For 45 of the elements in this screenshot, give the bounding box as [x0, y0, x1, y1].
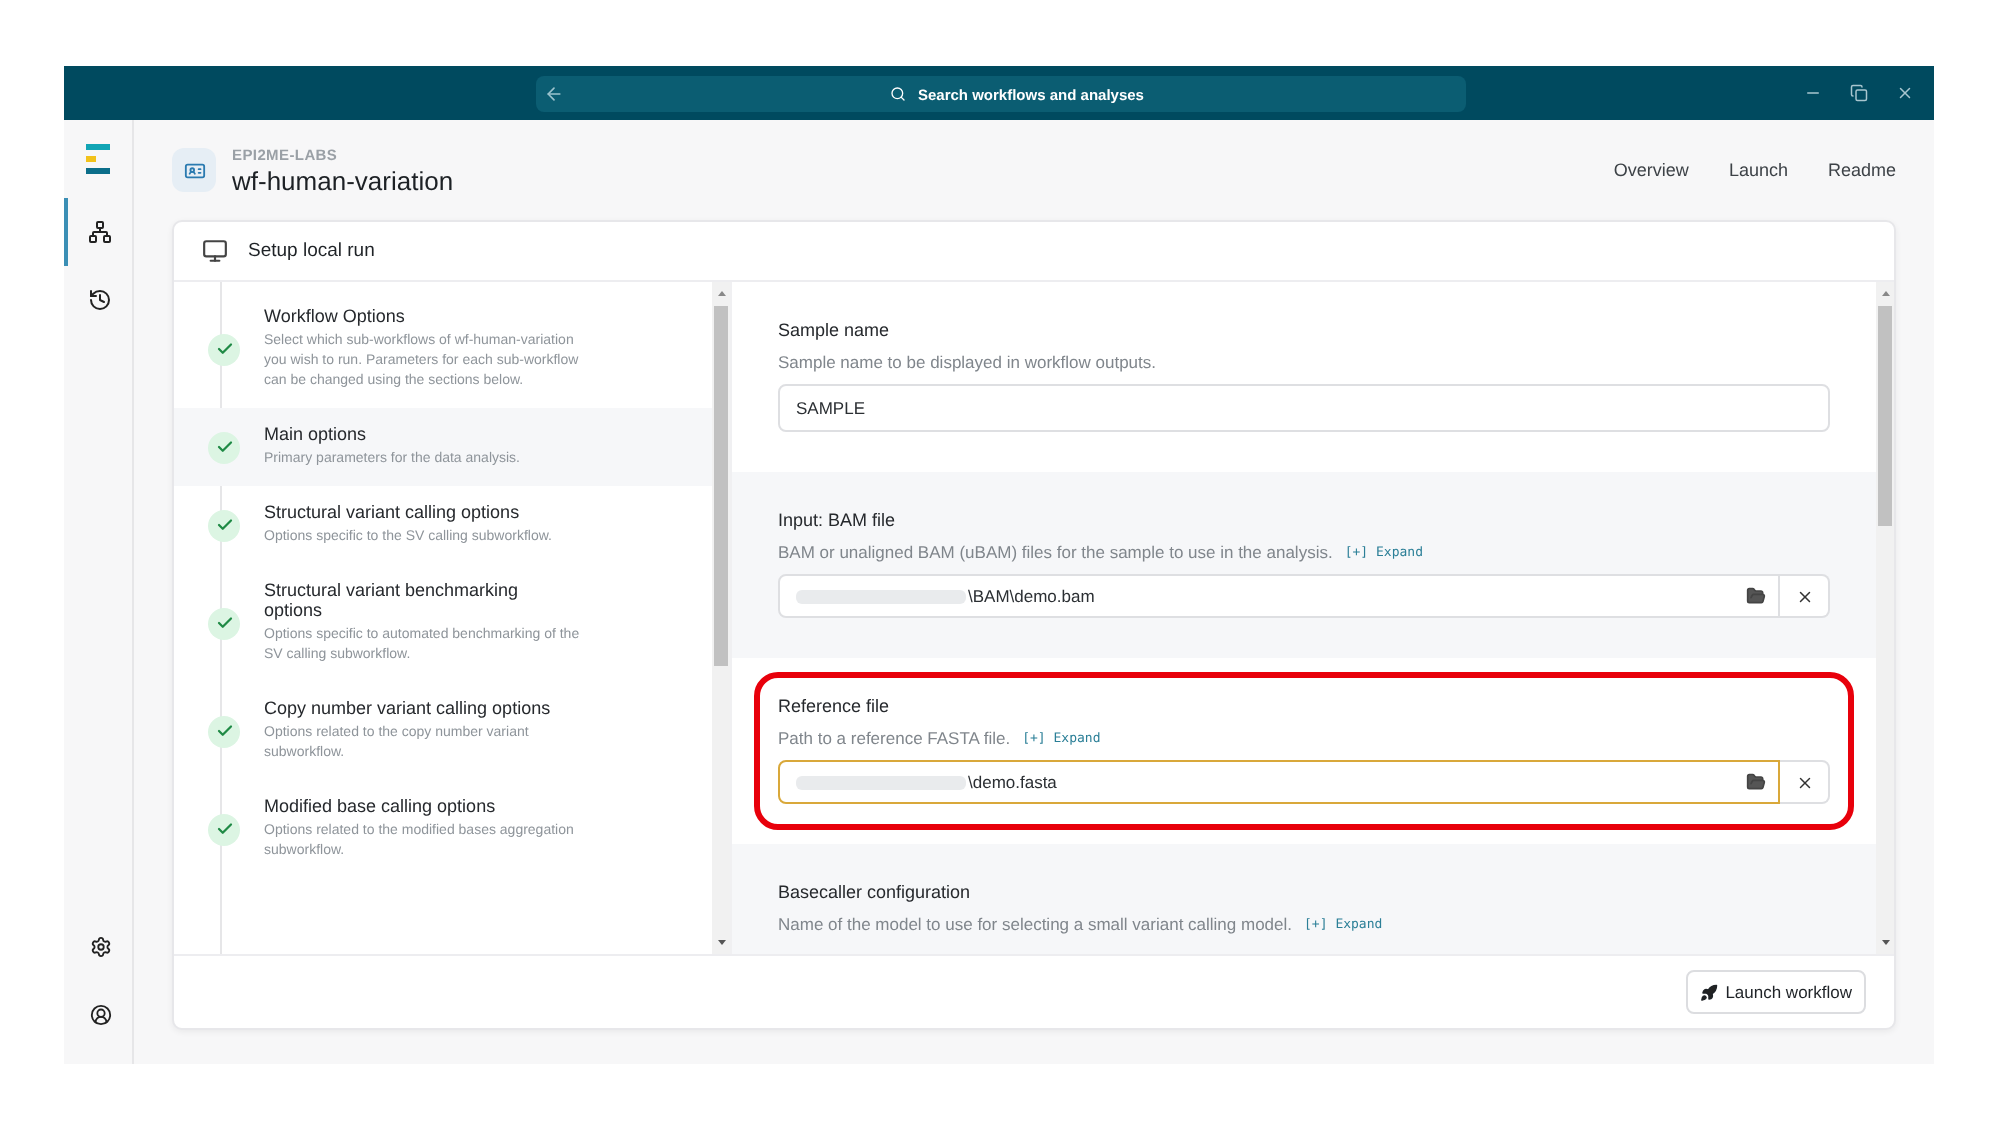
- restore-button[interactable]: [1850, 84, 1868, 102]
- nav-link[interactable]: Launch: [1728, 160, 1788, 180]
- scroll-down-icon[interactable]: [715, 936, 727, 948]
- nav-link[interactable]: Overview: [1613, 160, 1689, 180]
- field-description: Name of the model to use for selecting a small variant calling model.: [778, 914, 1293, 934]
- history-icon: [88, 288, 112, 312]
- field-label: Basecaller configuration: [778, 882, 973, 902]
- close-icon: [1795, 773, 1813, 791]
- scroll-up-icon[interactable]: [1879, 288, 1891, 300]
- settings-icon: [89, 935, 111, 957]
- file-path-field[interactable]: \BAM\demo.bam: [778, 574, 1780, 618]
- card-title: Setup local run: [248, 240, 375, 262]
- field-description: BAM or unaligned BAM (uBAM) files for the sample to use in the analysis.: [778, 542, 1333, 562]
- monitor-icon: [202, 238, 228, 264]
- scroll-up-icon[interactable]: [715, 288, 727, 300]
- close-button[interactable]: [1896, 84, 1914, 102]
- workflow-badge-icon: [172, 148, 216, 192]
- file-path-field[interactable]: \demo.fasta: [778, 760, 1780, 804]
- search-icon: [890, 86, 906, 102]
- text-field[interactable]: SAMPLE: [778, 384, 1830, 432]
- field-description: Path to a reference FASTA file.: [778, 728, 1011, 748]
- launch-workflow-button[interactable]: Launch workflow: [1685, 970, 1866, 1014]
- field-label: Sample name: [778, 320, 892, 340]
- restore-icon: [1850, 84, 1868, 102]
- scrollbar[interactable]: [1876, 282, 1894, 954]
- folder-icon: [1746, 772, 1766, 792]
- clear-button[interactable]: [1780, 760, 1830, 804]
- folder-button[interactable]: [1746, 586, 1766, 606]
- network-icon: [88, 220, 112, 244]
- logo-icon: [86, 144, 110, 176]
- scrollbar[interactable]: [712, 282, 730, 954]
- field-description: Sample name to be displayed in workflow outputs.: [778, 352, 1156, 372]
- clear-button[interactable]: [1780, 574, 1830, 618]
- scroll-down-icon[interactable]: [1879, 936, 1891, 948]
- close-icon: [1795, 587, 1813, 605]
- workflow-title: wf-human-variation: [232, 165, 454, 195]
- folder-button[interactable]: [1746, 772, 1766, 792]
- field-label: Input: BAM file: [778, 510, 898, 530]
- folder-icon: [1746, 586, 1766, 606]
- field-label: Reference file: [778, 696, 892, 716]
- nav-link[interactable]: Readme: [1827, 160, 1896, 180]
- account-icon: [89, 1003, 111, 1025]
- close-icon: [1896, 84, 1914, 102]
- rocket-icon: [1699, 983, 1718, 1001]
- arrow-left-icon: [544, 84, 564, 104]
